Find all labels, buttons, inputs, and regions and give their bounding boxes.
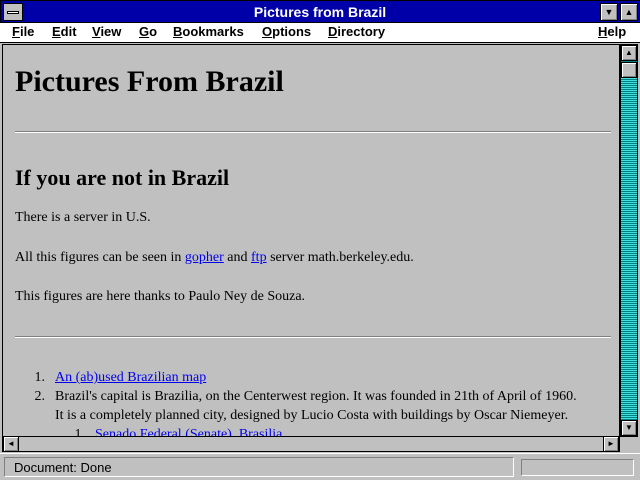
gopher-link[interactable]: gopher (185, 250, 224, 265)
brasilia-description-line1: Brazil's capital is Brazilia, on the Cen… (55, 389, 577, 404)
document-view[interactable]: Pictures From Brazil If you are not in B… (2, 44, 620, 437)
divider (15, 131, 611, 133)
brazilian-map-link[interactable]: An (ab)used Brazilian map (55, 370, 206, 386)
menu-view[interactable]: View (92, 24, 121, 39)
minimize-button[interactable]: ▼ (600, 3, 618, 21)
vertical-scroll-thumb[interactable] (621, 62, 637, 78)
scroll-left-button[interactable]: ◄ (3, 436, 19, 452)
scroll-down-button[interactable]: ▼ (621, 420, 637, 436)
menu-edit[interactable]: Edit (52, 24, 77, 39)
divider (15, 336, 611, 338)
status-bar: Document: Done (0, 453, 640, 480)
page-subheading: If you are not in Brazil (15, 165, 230, 190)
window-title: Pictures from Brazil (253, 4, 387, 20)
menu-bookmarks[interactable]: Bookmarks (173, 24, 244, 39)
title-bar: Pictures from Brazil ▼ ▲ (0, 0, 640, 23)
menu-bar: File Edit View Go Bookmarks Options Dire… (0, 23, 640, 43)
paragraph-server: There is a server in U.S. (15, 210, 151, 225)
paragraph-figures: All this figures can be seen in gopher a… (15, 250, 414, 265)
paragraph-thanks: This figures are here thanks to Paulo Ne… (15, 289, 306, 304)
page-heading: Pictures From Brazil (15, 65, 284, 98)
menu-file[interactable]: File (12, 24, 34, 39)
menu-options[interactable]: Options (262, 24, 311, 39)
maximize-button[interactable]: ▲ (620, 3, 638, 21)
vertical-scrollbar[interactable]: ▲ ▼ (620, 44, 638, 437)
status-text: Document: Done (4, 457, 514, 477)
menu-directory[interactable]: Directory (328, 24, 385, 39)
brasilia-description-line2: It is a completely planned city, designe… (55, 408, 569, 423)
menu-go[interactable]: Go (139, 24, 157, 39)
scroll-up-button[interactable]: ▲ (621, 45, 637, 61)
progress-indicator (521, 459, 634, 476)
horizontal-scrollbar[interactable]: ◄ ► (2, 436, 620, 452)
ftp-link[interactable]: ftp (251, 250, 267, 265)
scroll-right-button[interactable]: ► (603, 436, 619, 452)
menu-help[interactable]: Help (598, 24, 626, 39)
